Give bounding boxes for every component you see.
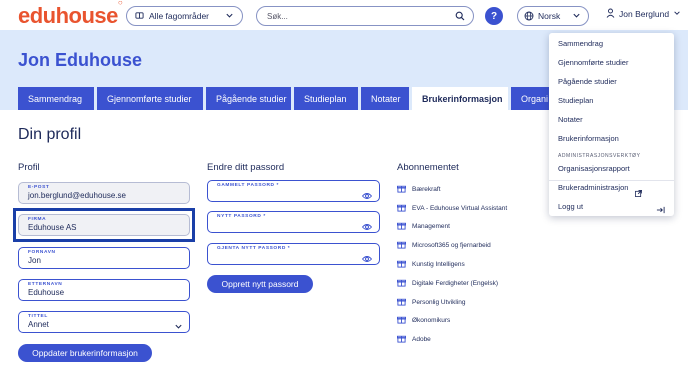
list-item: Økonomikurs: [397, 312, 507, 331]
search-icon[interactable]: [455, 11, 465, 23]
menu-item-organisation-report[interactable]: Organisasjonsrapport: [558, 164, 630, 173]
list-item: Bærekraft: [397, 180, 507, 199]
gift-icon: [397, 259, 406, 270]
subscription-name: Digitale Ferdigheter (Engelsk): [412, 279, 498, 287]
tab-summary[interactable]: Sammendrag: [18, 87, 94, 110]
help-button[interactable]: ?: [485, 7, 503, 25]
logout-icon[interactable]: [656, 201, 665, 219]
tab-notes[interactable]: Notater: [361, 87, 409, 110]
profile-tabs: Sammendrag Gjennomførte studier Pågående…: [18, 87, 551, 110]
tab-completed-studies[interactable]: Gjennomførte studier: [97, 87, 203, 110]
menu-item-ongoing-studies[interactable]: Pågående studier: [558, 77, 617, 86]
menu-item-logout[interactable]: Logg ut: [558, 202, 583, 211]
menu-divider: [549, 180, 674, 181]
subscription-name: Kunstig Intelligens: [412, 261, 465, 269]
first-name-field[interactable]: FORNAVN Jon: [18, 247, 190, 269]
language-value: Norsk: [538, 11, 561, 21]
top-bar: eduhouse○ Alle fagområder Søk... ? Norsk…: [0, 0, 688, 30]
first-name-value: Jon: [28, 256, 41, 265]
title-select[interactable]: TITTEL Annet: [18, 311, 190, 333]
last-name-value: Eduhouse: [28, 288, 65, 297]
title-value: Annet: [28, 320, 49, 329]
menu-item-user-information[interactable]: Brukerinformasjon: [558, 134, 619, 143]
tab-ongoing-studies[interactable]: Pågående studier: [206, 87, 291, 110]
user-menu-toggle[interactable]: Jon Berglund: [606, 8, 681, 20]
list-item: Digitale Ferdigheter (Engelsk): [397, 274, 507, 293]
menu-item-summary[interactable]: Sammendrag: [558, 39, 603, 48]
repeat-password-label: GJENTA NYTT PASSORD *: [217, 246, 291, 251]
gift-icon: [397, 334, 406, 345]
subject-area-select[interactable]: Alle fagområder: [126, 6, 243, 26]
menu-item-study-plan[interactable]: Studieplan: [558, 96, 593, 105]
list-item: Management: [397, 218, 507, 237]
menu-item-completed-studies[interactable]: Gjennomførte studier: [558, 58, 628, 67]
user-icon: [606, 8, 615, 20]
page-title: Din profil: [18, 126, 82, 143]
subscriptions-heading: Abonnementet: [397, 162, 459, 173]
list-item: EVA - Eduhouse Virtual Assistant: [397, 199, 507, 218]
user-full-name: Jon Eduhouse: [18, 50, 143, 70]
search-placeholder: Søk...: [267, 11, 288, 21]
chevron-down-icon: [174, 318, 183, 336]
chevron-down-icon: [572, 11, 581, 22]
password-heading: Endre ditt passord: [207, 162, 285, 173]
gift-icon: [397, 278, 406, 289]
eye-icon[interactable]: [361, 250, 373, 268]
list-item: Personlig Utvikling: [397, 293, 507, 312]
menu-item-notes[interactable]: Notater: [558, 115, 583, 124]
external-link-icon: [635, 184, 642, 202]
tab-user-information[interactable]: Brukerinformasjon: [412, 87, 508, 110]
subscription-name: Personlig Utvikling: [412, 298, 466, 306]
subscription-name: Microsoft365 og fjernarbeid: [412, 242, 491, 250]
eye-icon[interactable]: [361, 218, 373, 236]
subscription-name: EVA - Eduhouse Virtual Assistant: [412, 204, 508, 212]
user-dropdown-menu: Sammendrag Gjennomførte studier Pågående…: [549, 33, 674, 216]
gift-icon: [397, 240, 406, 251]
gift-icon: [397, 221, 406, 232]
email-field[interactable]: E-POST jon.berglund@eduhouse.se: [18, 182, 190, 204]
chevron-down-icon: [673, 9, 681, 19]
subscription-name: Bærekraft: [412, 185, 441, 193]
company-field[interactable]: FIRMA Eduhouse AS: [18, 214, 190, 236]
gift-icon: [397, 203, 406, 214]
gift-icon: [397, 297, 406, 308]
last-name-field[interactable]: ETTERNAVN Eduhouse: [18, 279, 190, 301]
update-user-info-button[interactable]: Oppdater brukerinformasjon: [18, 344, 152, 362]
list-item: Kunstig Intelligens: [397, 255, 507, 274]
old-password-field[interactable]: GAMMELT PASSORD *: [207, 180, 380, 202]
new-password-label: NYTT PASSORD *: [217, 214, 266, 219]
repeat-password-field[interactable]: GJENTA NYTT PASSORD *: [207, 243, 380, 265]
tab-organisation[interactable]: Organi: [511, 87, 551, 110]
menu-item-user-administration[interactable]: Brukeradministrasjon: [558, 183, 628, 192]
gift-icon: [397, 184, 406, 195]
subscriptions-list: Bærekraft EVA - Eduhouse Virtual Assista…: [397, 180, 507, 349]
language-select[interactable]: Norsk: [517, 6, 589, 26]
email-value: jon.berglund@eduhouse.se: [28, 191, 126, 200]
gift-icon: [397, 315, 406, 326]
subscription-name: Management: [412, 223, 450, 231]
company-value: Eduhouse AS: [28, 223, 77, 232]
search-input[interactable]: Søk...: [256, 6, 474, 26]
eye-icon[interactable]: [361, 187, 373, 205]
old-password-label: GAMMELT PASSORD *: [217, 183, 279, 188]
new-password-field[interactable]: NYTT PASSORD *: [207, 211, 380, 233]
profile-heading: Profil: [18, 162, 40, 173]
create-password-button[interactable]: Opprett nytt passord: [207, 275, 313, 293]
chevron-down-icon: [225, 11, 234, 22]
user-name: Jon Berglund: [619, 9, 670, 19]
globe-icon: [524, 11, 534, 23]
admin-section-label: ADMINISTRASJONSVERKTØY: [558, 153, 641, 159]
list-item: Adobe: [397, 330, 507, 349]
list-item: Microsoft365 og fjernarbeid: [397, 236, 507, 255]
tab-study-plan[interactable]: Studieplan: [294, 87, 358, 110]
subscription-name: Økonomikurs: [412, 317, 451, 325]
eduhouse-logo[interactable]: eduhouse○: [18, 0, 123, 29]
subscription-name: Adobe: [412, 336, 431, 344]
area-icon: [135, 11, 144, 22]
area-select-value: Alle fagområder: [149, 11, 210, 21]
